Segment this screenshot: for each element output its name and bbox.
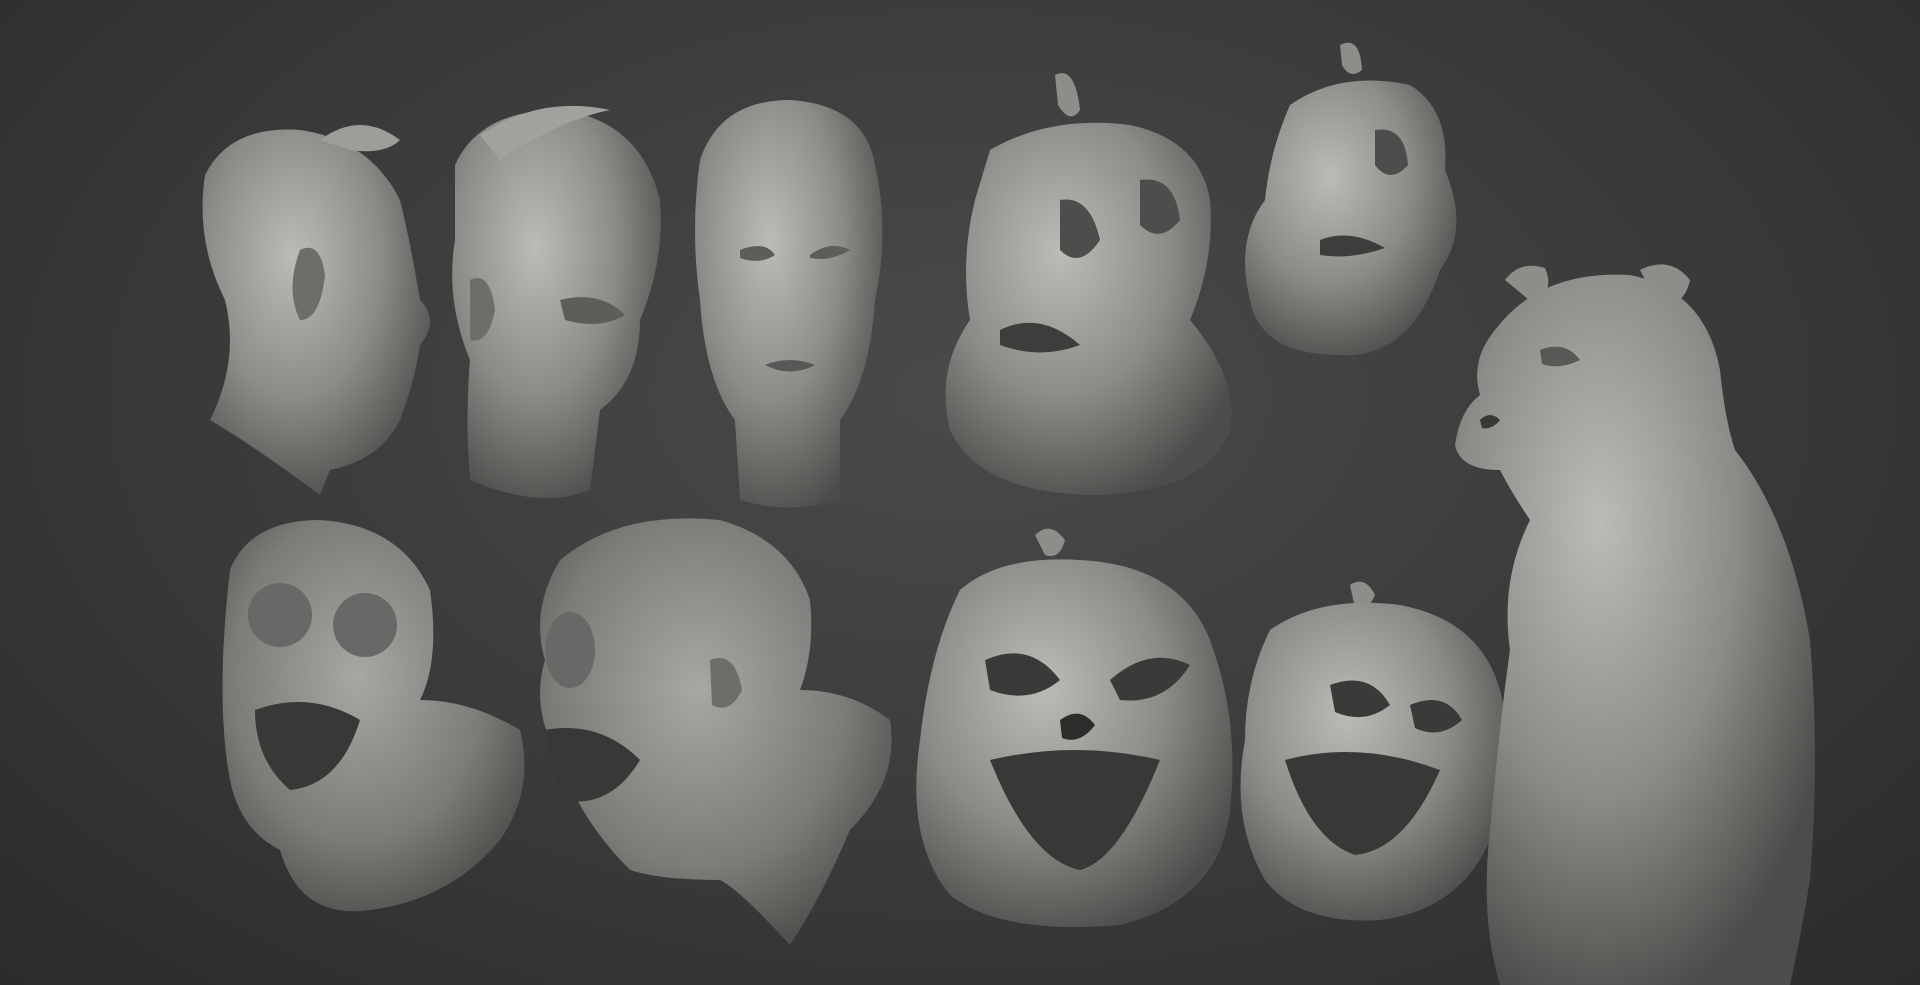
old-man-head-three-quarter xyxy=(452,105,661,498)
bear-bust xyxy=(1455,264,1815,985)
pumpkin-gourd-large xyxy=(945,73,1232,496)
pumpkin-gourd-small xyxy=(1245,42,1457,356)
sculpt-viewport xyxy=(0,0,1920,985)
skull-pumpkin-front xyxy=(916,528,1233,927)
old-man-head-front xyxy=(695,100,883,508)
sculpt-scene xyxy=(202,42,1815,985)
goggled-zombie-side xyxy=(540,518,892,945)
old-man-head-profile xyxy=(202,125,430,495)
goggled-zombie-front xyxy=(222,520,525,912)
skull-pumpkin-angled xyxy=(1240,581,1508,921)
